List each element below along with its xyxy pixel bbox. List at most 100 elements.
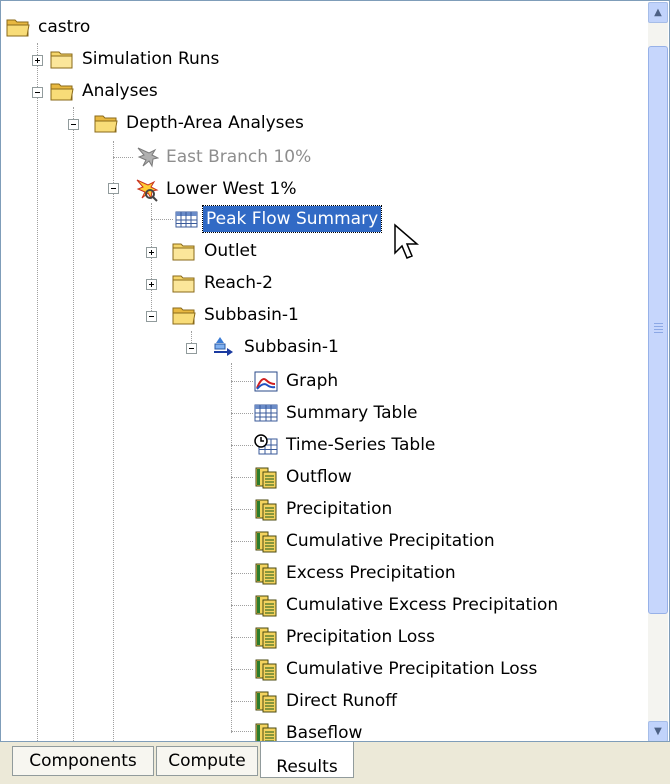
analysis-icon xyxy=(133,176,159,202)
time-series-icon xyxy=(253,688,279,714)
tree-item-direct-runoff[interactable]: Direct Runoff xyxy=(253,685,400,717)
collapse-toggle[interactable] xyxy=(146,311,157,322)
tree-connector xyxy=(73,107,74,741)
tree-item-precipitation-loss[interactable]: Precipitation Loss xyxy=(253,621,438,653)
tree-connector xyxy=(231,413,253,414)
folder-open-icon xyxy=(5,14,31,40)
tree-item-outflow[interactable]: Outflow xyxy=(253,461,355,493)
folder-open-icon xyxy=(49,78,75,104)
tree-connector xyxy=(231,573,253,574)
tree-item-label: Depth-Area Analyses xyxy=(126,113,304,133)
tree-item-baseflow[interactable]: Baseflow xyxy=(253,717,365,742)
tree-item-label: East Branch 10% xyxy=(166,147,312,167)
tree-item-label: Precipitation Loss xyxy=(286,627,435,647)
expand-toggle[interactable] xyxy=(146,279,157,290)
vertical-scrollbar[interactable]: ▲ ▼ xyxy=(648,2,668,741)
tab-results[interactable]: Results xyxy=(260,742,354,778)
time-series-icon xyxy=(253,496,279,522)
tree-item-label: Outlet xyxy=(204,241,257,261)
time-series-icon xyxy=(253,528,279,554)
collapse-toggle[interactable] xyxy=(108,183,119,194)
tree-item-cumulative-precipitation[interactable]: Cumulative Precipitation xyxy=(253,525,498,557)
tree-item-reach-2[interactable]: Reach-2 xyxy=(171,267,276,299)
tree-item-label: Lower West 1% xyxy=(166,179,297,199)
scroll-up-button[interactable]: ▲ xyxy=(648,2,668,23)
tree-item-label: Peak Flow Summary xyxy=(201,205,383,233)
tree-item-graph[interactable]: Graph xyxy=(253,365,341,397)
tree-connector xyxy=(231,701,253,702)
tree-item-time-series-table[interactable]: Time-Series Table xyxy=(253,429,438,461)
tree-item-outlet[interactable]: Outlet xyxy=(171,235,260,267)
tree-item-simulation-runs[interactable]: Simulation Runs xyxy=(49,43,222,75)
expand-toggle[interactable] xyxy=(146,247,157,258)
tree-item-label: Summary Table xyxy=(286,403,418,423)
tree-connector xyxy=(231,605,253,606)
tree-item-subbasin-folder[interactable]: Subbasin-1 xyxy=(171,299,302,331)
tree-item-peak-flow-summary[interactable]: Peak Flow Summary xyxy=(173,203,383,235)
tree-item-label: Analyses xyxy=(82,81,158,101)
tree-connector xyxy=(231,509,253,510)
tree-connector xyxy=(231,381,253,382)
tree-connector xyxy=(231,445,253,446)
collapse-toggle[interactable] xyxy=(186,343,197,354)
tree-item-east-branch[interactable]: East Branch 10% xyxy=(133,141,314,173)
mouse-cursor-icon xyxy=(394,223,420,259)
tree-item-summary-table[interactable]: Summary Table xyxy=(253,397,421,429)
tree-item-label: Precipitation xyxy=(286,499,393,519)
time-series-icon xyxy=(253,656,279,682)
tree-item-analyses[interactable]: Analyses xyxy=(49,75,161,107)
tree-item-label: Reach-2 xyxy=(204,273,273,293)
tree-item-label: Subbasin-1 xyxy=(244,337,339,357)
scroll-down-button[interactable]: ▼ xyxy=(648,721,668,741)
tree-item-label: Simulation Runs xyxy=(82,49,220,69)
tree-item-label: Cumulative Precipitation Loss xyxy=(286,659,538,679)
tree-item-subbasin-element[interactable]: Subbasin-1 xyxy=(211,331,342,363)
analysis-disabled-icon xyxy=(133,144,160,170)
folder-open-icon xyxy=(93,110,119,136)
tree-item-label: Outflow xyxy=(286,467,352,487)
tree-connector xyxy=(231,541,253,542)
tree-item-excess-precipitation[interactable]: Excess Precipitation xyxy=(253,557,459,589)
tab-components[interactable]: Components xyxy=(12,746,154,776)
tree-item-lower-west[interactable]: Lower West 1% xyxy=(133,173,300,205)
tree-item-label: Graph xyxy=(286,371,339,391)
tree-connector xyxy=(151,219,173,220)
tree-connector xyxy=(113,157,133,158)
collapse-toggle[interactable] xyxy=(68,119,79,130)
tree-connector xyxy=(37,43,38,741)
table-icon xyxy=(173,206,199,232)
scrollbar-thumb[interactable] xyxy=(648,46,668,614)
tree-item-depth-area-analyses[interactable]: Depth-Area Analyses xyxy=(93,107,307,139)
tree-item-label: Subbasin-1 xyxy=(204,305,299,325)
time-series-icon xyxy=(253,624,279,650)
tree-item-cumulative-excess-precipitation[interactable]: Cumulative Excess Precipitation xyxy=(253,589,561,621)
tree-item-label: castro xyxy=(38,17,91,37)
table-icon xyxy=(253,400,279,426)
tree-item-label: Direct Runoff xyxy=(286,691,398,711)
tree-item-precipitation[interactable]: Precipitation xyxy=(253,493,395,525)
tree-connector xyxy=(231,669,253,670)
tree-item-label: Excess Precipitation xyxy=(286,563,456,583)
explorer-tab-strip: Components Compute Results xyxy=(0,742,670,784)
time-series-icon xyxy=(253,592,279,618)
tree-item-castro[interactable]: castro xyxy=(5,11,93,43)
tree-connector xyxy=(231,731,253,732)
time-series-icon xyxy=(253,720,279,741)
collapse-toggle[interactable] xyxy=(32,87,43,98)
time-series-icon xyxy=(253,560,279,586)
graph-icon xyxy=(253,368,279,394)
tree-connector xyxy=(231,637,253,638)
tab-compute[interactable]: Compute xyxy=(156,746,258,776)
tree-item-label: Baseflow xyxy=(286,723,363,742)
tree-item-label: Cumulative Precipitation xyxy=(286,531,495,551)
tree-connector xyxy=(231,363,232,733)
expand-toggle[interactable] xyxy=(32,55,43,66)
watershed-explorer-tree: castro Simulation Runs Analyses Depth-Ar… xyxy=(0,0,670,742)
tree-item-cumulative-precipitation-loss[interactable]: Cumulative Precipitation Loss xyxy=(253,653,540,685)
folder-open-icon xyxy=(171,302,197,328)
subbasin-icon xyxy=(211,334,237,360)
time-series-icon xyxy=(253,464,279,490)
folder-icon xyxy=(171,270,197,296)
tree-item-label: Time-Series Table xyxy=(286,435,436,455)
tree-item-label: Cumulative Excess Precipitation xyxy=(286,595,559,615)
